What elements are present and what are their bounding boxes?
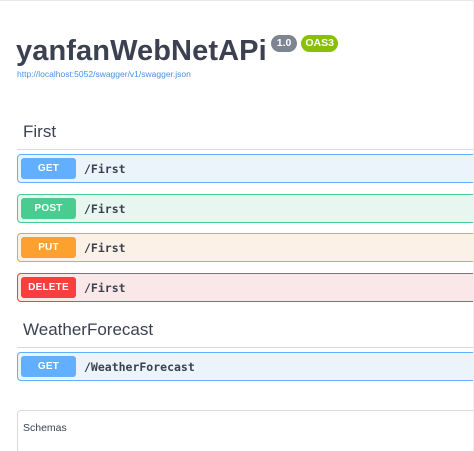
- api-title: yanfanWebNetAPi: [16, 35, 267, 67]
- section-divider: [17, 149, 474, 150]
- operation-path: /First: [84, 240, 126, 255]
- operation-put-first[interactable]: PUT /First: [17, 233, 474, 262]
- operation-post-first[interactable]: POST /First: [17, 194, 474, 223]
- swagger-json-link[interactable]: http://localhost:5052/swagger/v1/swagger…: [17, 69, 191, 79]
- method-badge-delete: DELETE: [21, 277, 76, 298]
- operation-path: /First: [84, 201, 126, 216]
- schemas-section[interactable]: Schemas: [17, 410, 474, 451]
- method-badge-get: GET: [21, 356, 76, 377]
- section-divider: [17, 347, 474, 348]
- method-badge-get: GET: [21, 158, 76, 179]
- operation-path: /WeatherForecast: [84, 359, 195, 374]
- operation-get-weatherforecast[interactable]: GET /WeatherForecast: [17, 352, 474, 381]
- operation-path: /First: [84, 161, 126, 176]
- swagger-ui-page: yanfanWebNetAPi 1.0 OAS3 http://localhos…: [0, 0, 474, 451]
- oas-badge: OAS3: [301, 35, 338, 52]
- tag-section-weatherforecast[interactable]: WeatherForecast: [23, 320, 153, 340]
- version-badge: 1.0: [270, 35, 298, 52]
- method-badge-put: PUT: [21, 237, 76, 258]
- operation-delete-first[interactable]: DELETE /First: [17, 273, 474, 302]
- top-divider: [0, 0, 474, 1]
- operation-path: /First: [84, 280, 126, 295]
- api-info-header: yanfanWebNetAPi 1.0 OAS3: [16, 33, 338, 69]
- schemas-title: Schemas: [23, 422, 67, 434]
- tag-section-first[interactable]: First: [23, 122, 56, 142]
- operation-get-first[interactable]: GET /First: [17, 154, 474, 183]
- method-badge-post: POST: [21, 198, 76, 219]
